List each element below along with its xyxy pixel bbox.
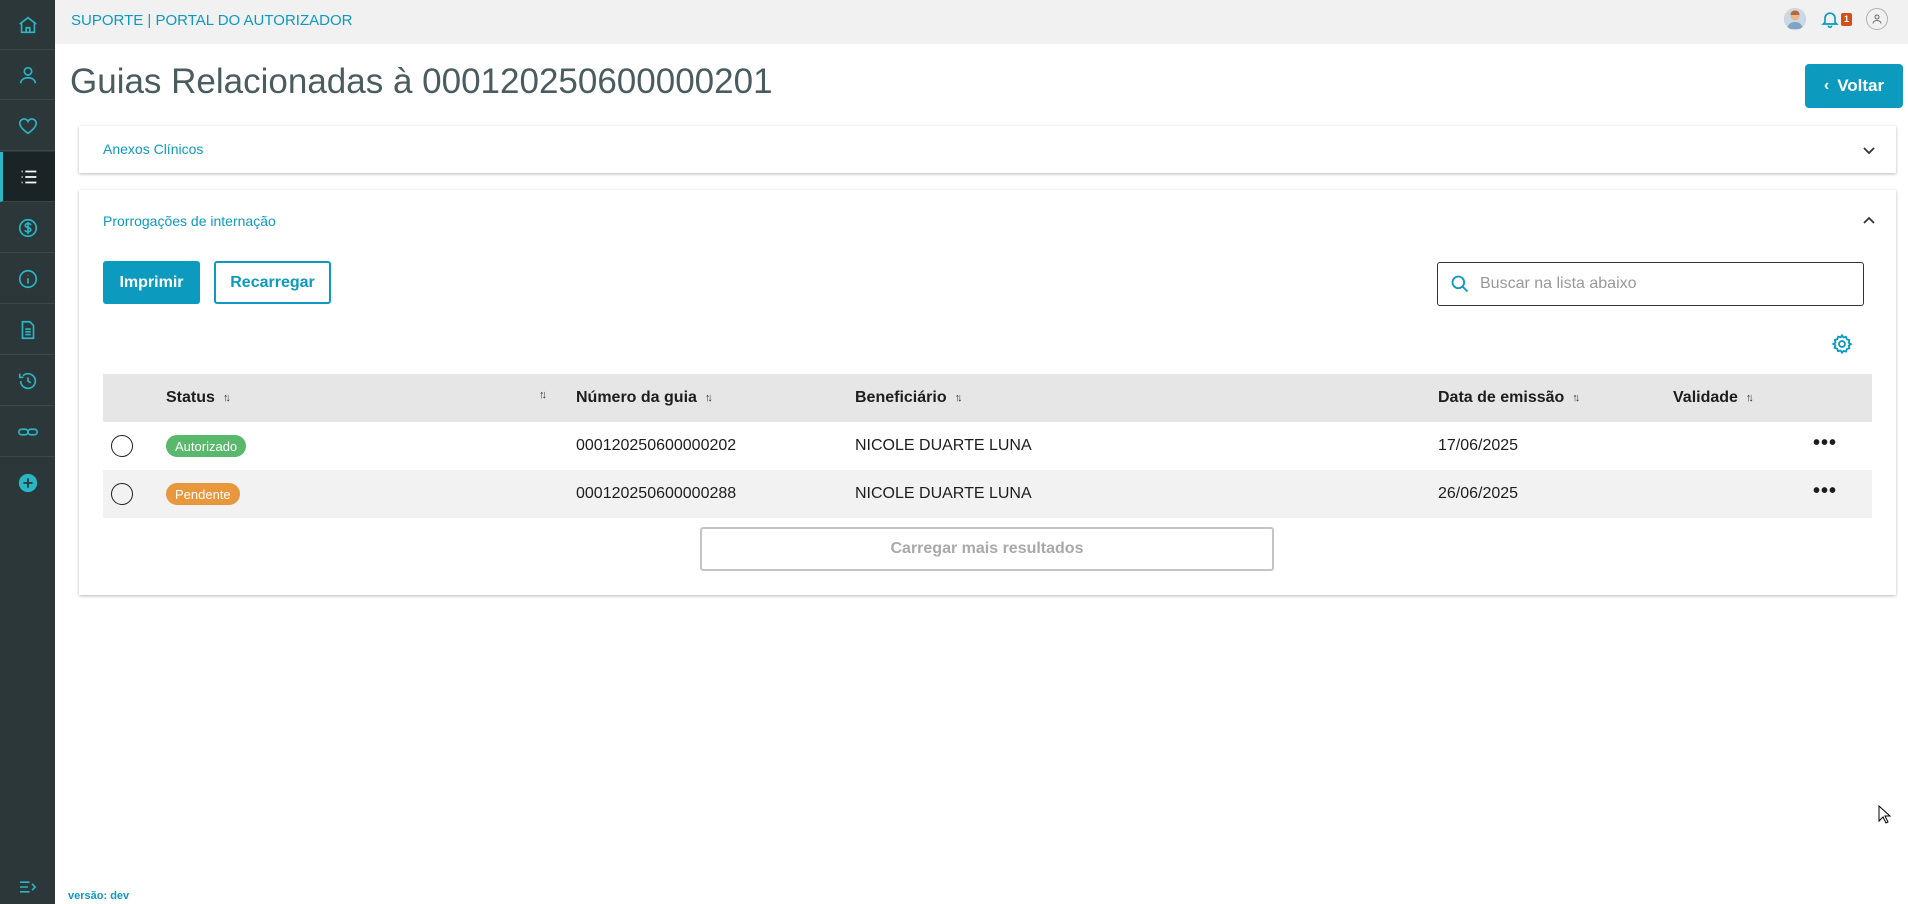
- bell-icon: [1821, 12, 1839, 29]
- section-prorrogacoes-title[interactable]: Prorrogações de internação: [103, 213, 276, 229]
- cell-data-emissao: 26/06/2025: [1438, 485, 1519, 502]
- home-icon: [18, 16, 37, 33]
- table-row[interactable]: Autorizado 000120250600000202 NICOLE DUA…: [103, 422, 1872, 470]
- column-label: Número da guia: [576, 389, 697, 406]
- table-header: Status ↑↓ ↑↓ Número da guia ↑↓ Beneficiári…: [103, 374, 1872, 422]
- reload-button[interactable]: Recarregar: [214, 261, 331, 304]
- sort-icon: ↑↓: [954, 392, 963, 404]
- top-icons: 1: [1783, 8, 1888, 30]
- column-header-beneficiario[interactable]: Beneficiário ↑↓: [855, 389, 963, 407]
- sidebar-item-info[interactable]: [0, 254, 55, 304]
- column-header-numero-guia[interactable]: Número da guia ↑↓: [576, 389, 713, 407]
- user-menu-button[interactable]: [1866, 8, 1888, 30]
- version-label: versão: dev: [68, 890, 130, 902]
- row-actions-menu[interactable]: •••: [1813, 433, 1837, 453]
- sort-icon: ↑↓: [222, 392, 231, 404]
- sidebar-item-health[interactable]: [0, 101, 55, 151]
- search-box: [1437, 262, 1864, 306]
- user-icon: [1872, 14, 1882, 24]
- column-label: Beneficiário: [855, 389, 947, 406]
- sort-icon: ↑↓: [539, 389, 547, 401]
- sidebar-item-list[interactable]: [0, 152, 55, 202]
- chevron-left-icon: ‹: [1823, 77, 1830, 94]
- topbar: SUPORTE | PORTAL DO AUTORIZADOR 1: [55, 0, 1908, 44]
- user-icon: [19, 66, 36, 83]
- search-input[interactable]: [1478, 274, 1842, 294]
- column-header-validade[interactable]: Validade ↑↓: [1673, 389, 1754, 407]
- chevron-down-icon[interactable]: [1862, 143, 1876, 157]
- sort-icon: ↑↓: [1745, 392, 1754, 404]
- back-button[interactable]: ‹ Voltar: [1805, 64, 1903, 108]
- sort-icon: ↑↓: [704, 392, 713, 404]
- history-icon: [18, 372, 36, 389]
- sidebar-item-add[interactable]: [0, 458, 55, 508]
- column-header-data-emissao[interactable]: Data de emissão ↑↓: [1438, 389, 1580, 407]
- heart-icon: [18, 117, 37, 134]
- back-button-label: Voltar: [1837, 76, 1885, 95]
- column-label: Data de emissão: [1438, 389, 1565, 406]
- section-prorrogacoes: Prorrogações de internação Imprimir Reca…: [79, 190, 1896, 595]
- section-anexos-clinicos: Anexos Clínicos: [79, 126, 1896, 173]
- document-icon: [21, 320, 34, 339]
- search-icon: [1451, 275, 1469, 293]
- avatar-icon: [1783, 8, 1806, 30]
- sidebar-item-user[interactable]: [0, 50, 55, 100]
- cell-beneficiario: NICOLE DUARTE LUNA: [855, 437, 1032, 454]
- info-icon: [18, 269, 37, 288]
- row-actions-menu[interactable]: •••: [1813, 481, 1837, 501]
- column-header-unnamed[interactable]: ↑↓: [531, 389, 547, 401]
- page-title: Guias Relacionadas à 000120250600000201: [70, 62, 773, 102]
- sidebar-item-link[interactable]: [0, 407, 55, 457]
- cell-numero-guia: 000120250600000288: [576, 485, 737, 502]
- collapse-menu-icon: [19, 881, 36, 893]
- sidebar-collapse-button[interactable]: [0, 872, 55, 902]
- link-icon: [17, 427, 38, 436]
- column-header-status[interactable]: Status ↑↓: [166, 389, 231, 407]
- table-row[interactable]: Pendente 000120250600000288 NICOLE DUART…: [103, 470, 1872, 518]
- sort-icon: ↑↓: [1572, 392, 1580, 404]
- notification-badge: 1: [1840, 12, 1852, 26]
- cell-beneficiario: NICOLE DUARTE LUNA: [855, 485, 1032, 502]
- cell-numero-guia: 000120250600000202: [576, 437, 737, 454]
- page-title-text: Guias Relacionadas à 000120250600000201: [70, 62, 773, 101]
- mouse-cursor-icon: [1878, 805, 1892, 824]
- list-icon: [21, 170, 37, 183]
- sidebar-item-home[interactable]: [0, 0, 55, 50]
- status-badge: Autorizado: [166, 435, 247, 457]
- column-label: Validade: [1673, 389, 1738, 406]
- notifications-button[interactable]: 1: [1820, 9, 1852, 29]
- brand-title[interactable]: SUPORTE | PORTAL DO AUTORIZADOR: [71, 12, 352, 29]
- cell-data-emissao: 17/06/2025: [1438, 437, 1519, 454]
- gear-icon[interactable]: [1831, 333, 1853, 355]
- dollar-icon: [18, 218, 37, 237]
- sidebar: [0, 0, 55, 904]
- load-more-button[interactable]: Carregar mais resultados: [700, 527, 1274, 571]
- row-select-radio[interactable]: [111, 483, 133, 505]
- row-select-radio[interactable]: [111, 435, 133, 457]
- sidebar-item-finance[interactable]: [0, 203, 55, 253]
- plus-circle-icon: [18, 473, 37, 493]
- sidebar-item-document[interactable]: [0, 305, 55, 355]
- status-badge: Pendente: [166, 483, 240, 505]
- avatar[interactable]: [1783, 8, 1806, 30]
- column-label: Status: [166, 389, 215, 406]
- sidebar-item-history[interactable]: [0, 356, 55, 406]
- section-anexos-title[interactable]: Anexos Clínicos: [103, 141, 203, 157]
- print-button[interactable]: Imprimir: [103, 261, 200, 304]
- chevron-up-icon[interactable]: [1862, 214, 1876, 228]
